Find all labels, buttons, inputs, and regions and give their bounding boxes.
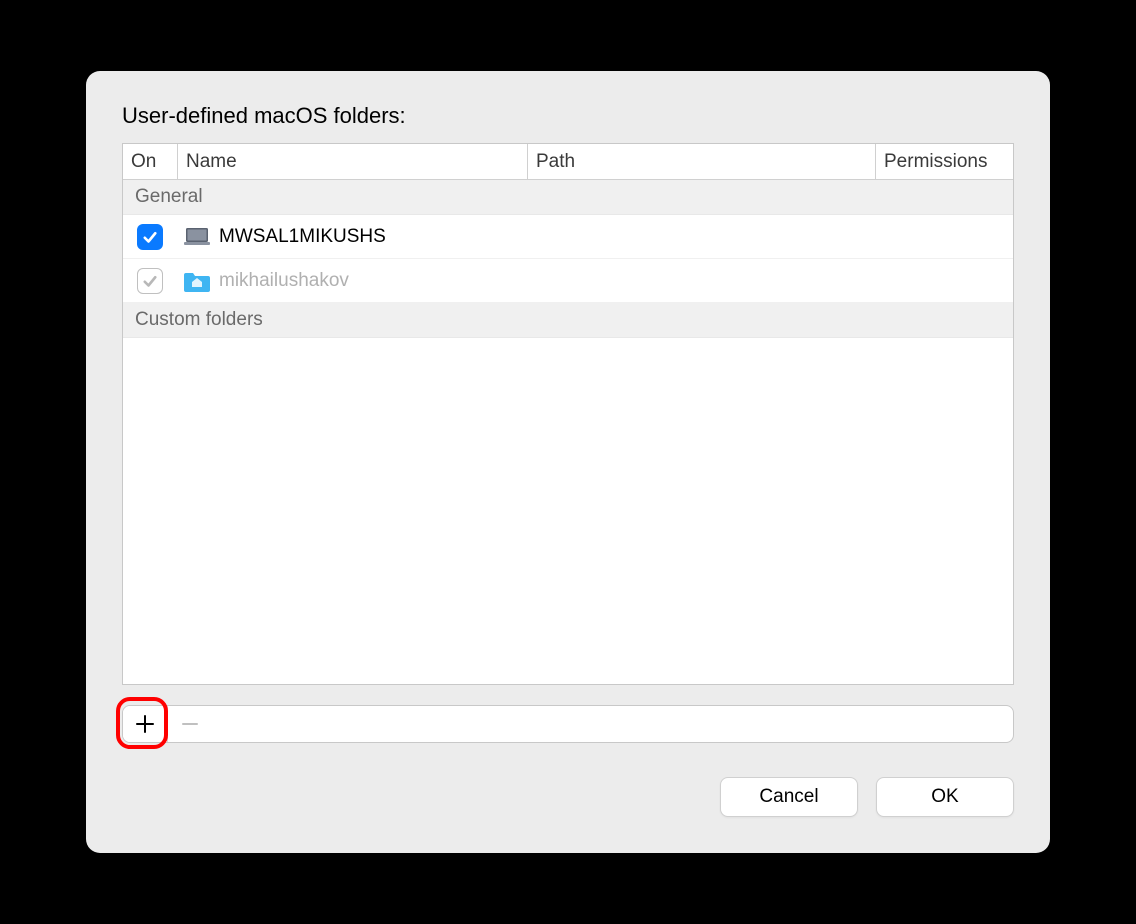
table-row[interactable]: mikhailushakov bbox=[123, 259, 1013, 303]
ok-button[interactable]: OK bbox=[876, 777, 1014, 817]
remove-button bbox=[167, 706, 211, 742]
section-general: General bbox=[123, 180, 1013, 215]
checkbox-checked[interactable] bbox=[137, 224, 163, 250]
column-header-path[interactable]: Path bbox=[527, 144, 875, 179]
column-header-on[interactable]: On bbox=[123, 144, 177, 179]
column-header-permissions[interactable]: Permissions bbox=[875, 144, 1013, 179]
add-remove-segmented bbox=[122, 705, 1014, 743]
table-row[interactable]: MWSAL1MIKUSHS bbox=[123, 215, 1013, 259]
button-row: Cancel OK bbox=[122, 777, 1014, 817]
row-checkbox-cell bbox=[123, 224, 177, 250]
home-folder-icon bbox=[177, 269, 217, 293]
folders-dialog: User-defined macOS folders: On Name Path… bbox=[86, 71, 1050, 853]
row-name: mikhailushakov bbox=[217, 270, 349, 292]
section-custom: Custom folders bbox=[123, 303, 1013, 338]
cancel-button[interactable]: Cancel bbox=[720, 777, 858, 817]
dialog-title: User-defined macOS folders: bbox=[122, 103, 1014, 129]
folders-table: On Name Path Permissions General bbox=[122, 143, 1014, 685]
add-button[interactable] bbox=[123, 706, 167, 742]
table-header: On Name Path Permissions bbox=[123, 144, 1013, 180]
checkbox-checked-disabled bbox=[137, 268, 163, 294]
row-checkbox-cell bbox=[123, 268, 177, 294]
check-icon bbox=[141, 272, 159, 290]
minus-icon bbox=[181, 715, 199, 733]
plus-icon bbox=[136, 715, 154, 733]
empty-table-area bbox=[123, 338, 1013, 684]
laptop-icon bbox=[177, 226, 217, 248]
row-name: MWSAL1MIKUSHS bbox=[217, 226, 386, 248]
column-header-name[interactable]: Name bbox=[177, 144, 527, 179]
check-icon bbox=[141, 228, 159, 246]
toolbar bbox=[122, 705, 1014, 743]
